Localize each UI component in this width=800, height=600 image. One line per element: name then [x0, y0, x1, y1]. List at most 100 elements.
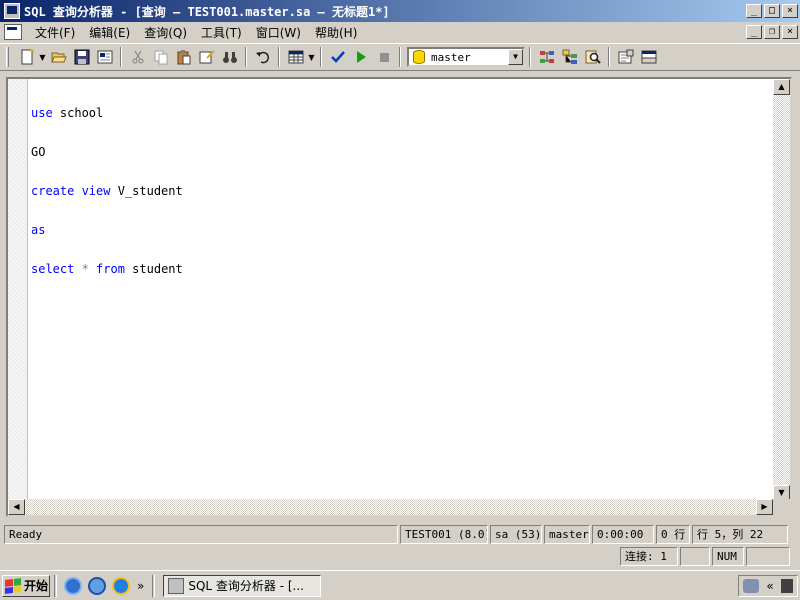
scroll-left-arrow-icon[interactable]: ◀ — [8, 499, 25, 515]
status-elapsed-time: 0:00:00 — [592, 525, 654, 544]
status-empty — [4, 547, 618, 566]
show-desktop-icon[interactable] — [64, 576, 82, 595]
menu-window[interactable]: 窗口(W) — [249, 24, 308, 41]
code-line: use school — [31, 107, 183, 120]
minimize-button[interactable]: _ — [746, 4, 762, 18]
show-results-pane-icon[interactable] — [637, 46, 660, 68]
code-line: as — [31, 224, 183, 237]
code-keyword: from — [96, 262, 125, 276]
code-keyword: use — [31, 106, 53, 120]
scroll-up-arrow-icon[interactable]: ▲ — [773, 79, 790, 95]
status-ready: Ready — [4, 525, 398, 544]
show-execution-plan-icon[interactable] — [535, 46, 558, 68]
database-cylinder-icon — [413, 50, 425, 64]
tray-network-icon[interactable] — [781, 579, 794, 593]
toolbar-separator — [245, 47, 247, 67]
query-editor[interactable]: use school GO create view V_student as s… — [6, 77, 792, 517]
toolbar-separator — [320, 47, 322, 67]
status-row-count: 0 行 — [656, 525, 690, 544]
status-bar-secondary: 连接: 1 NUM — [4, 547, 796, 566]
object-browser-icon[interactable] — [558, 46, 581, 68]
menu-tools[interactable]: 工具(T) — [194, 24, 249, 41]
explorer-icon[interactable] — [88, 576, 106, 595]
database-select-value: master — [431, 50, 471, 64]
new-query-dropdown-icon[interactable]: ▼ — [38, 53, 47, 62]
insert-template-icon[interactable] — [93, 46, 116, 68]
parse-query-checkmark-icon[interactable] — [326, 46, 349, 68]
internet-explorer-icon[interactable] — [112, 576, 130, 595]
cancel-query-stop-icon[interactable] — [372, 46, 395, 68]
start-button[interactable]: 开始 — [2, 574, 50, 597]
copy-icon[interactable] — [149, 46, 172, 68]
database-select[interactable]: master ▼ — [407, 47, 525, 67]
tasks-grip[interactable] — [152, 574, 156, 597]
taskbar: 开始 » SQL 查询分析器 - [... « — [0, 570, 800, 600]
toolbar-separator — [608, 47, 610, 67]
status-spacer — [680, 547, 710, 566]
title-bar: SQL 查询分析器 - [查询 — TEST001.master.sa — 无标… — [0, 0, 800, 22]
quicklaunch-more-chevron-icon[interactable]: » — [137, 579, 144, 593]
execute-query-play-icon[interactable] — [349, 46, 372, 68]
query-analyzer-task-icon — [168, 577, 185, 594]
database-dropdown-arrow-icon[interactable]: ▼ — [508, 49, 523, 65]
quicklaunch-grip[interactable] — [54, 574, 57, 597]
tray-expand-chevron-icon[interactable]: « — [766, 579, 773, 593]
sql-server-service-manager-icon[interactable] — [742, 579, 759, 593]
menu-query[interactable]: 查询(Q) — [137, 24, 194, 41]
close-button[interactable]: × — [782, 4, 798, 18]
status-server: TEST001 (8.0) — [400, 525, 488, 544]
code-operator: * — [74, 262, 97, 276]
query-analyzer-app-icon[interactable] — [4, 3, 20, 19]
toolbar-separator — [120, 47, 122, 67]
code-keyword: create view — [31, 184, 111, 198]
toolbar-separator — [278, 47, 280, 67]
cut-icon[interactable] — [126, 46, 149, 68]
toolbar-separator — [399, 47, 401, 67]
editor-gutter — [8, 79, 28, 501]
window-controls: _ □ × — [746, 4, 798, 18]
toolbar-separator — [529, 47, 531, 67]
child-minimize-button[interactable]: _ — [746, 25, 762, 39]
menu-bar: 文件(F) 编辑(E) 查询(Q) 工具(T) 窗口(W) 帮助(H) _ ❐ … — [0, 22, 800, 42]
status-cursor-position: 行 5，列 22 — [692, 525, 788, 544]
scrollbar-corner — [773, 499, 790, 515]
task-button-query-analyzer[interactable]: SQL 查询分析器 - [... — [163, 574, 322, 597]
child-close-button[interactable]: × — [782, 25, 798, 39]
object-search-icon[interactable] — [581, 46, 604, 68]
child-restore-button[interactable]: ❐ — [764, 25, 780, 39]
current-connection-properties-icon[interactable] — [614, 46, 637, 68]
windows-logo-icon — [5, 577, 21, 594]
results-grid-icon[interactable] — [284, 46, 307, 68]
status-size-grip[interactable] — [746, 547, 790, 566]
undo-icon[interactable] — [251, 46, 274, 68]
restore-button[interactable]: □ — [764, 4, 780, 18]
clear-window-icon[interactable] — [195, 46, 218, 68]
code-text: V_student — [110, 184, 183, 198]
paste-icon[interactable] — [172, 46, 195, 68]
code-keyword: as — [31, 223, 46, 237]
menu-edit[interactable]: 编辑(E) — [82, 24, 137, 41]
child-window-controls: _ ❐ × — [746, 25, 798, 39]
system-tray: « — [738, 575, 798, 597]
new-query-icon[interactable] — [15, 46, 38, 68]
status-connections: 连接: 1 — [620, 547, 678, 566]
code-text: GO — [31, 145, 46, 159]
sql-code[interactable]: use school GO create view V_student as s… — [31, 81, 183, 302]
status-num-lock: NUM — [712, 547, 744, 566]
status-user: sa (53) — [490, 525, 542, 544]
open-folder-icon[interactable] — [47, 46, 70, 68]
vertical-scrollbar[interactable]: ▲ ▼ — [773, 79, 790, 501]
code-text: school — [52, 106, 104, 120]
code-line: GO — [31, 146, 183, 159]
query-window-icon[interactable] — [4, 24, 22, 40]
horizontal-scrollbar[interactable]: ◀ ▶ — [8, 499, 773, 515]
menu-file[interactable]: 文件(F) — [28, 24, 82, 41]
find-binoculars-icon[interactable] — [218, 46, 241, 68]
start-label: 开始 — [24, 579, 49, 593]
toolbar-grip[interactable] — [6, 47, 9, 67]
results-mode-dropdown-icon[interactable]: ▼ — [307, 53, 316, 62]
toolbar: ▼ ▼ master ▼ — [0, 43, 800, 71]
scroll-right-arrow-icon[interactable]: ▶ — [756, 499, 773, 515]
menu-help[interactable]: 帮助(H) — [308, 24, 364, 41]
save-icon[interactable] — [70, 46, 93, 68]
